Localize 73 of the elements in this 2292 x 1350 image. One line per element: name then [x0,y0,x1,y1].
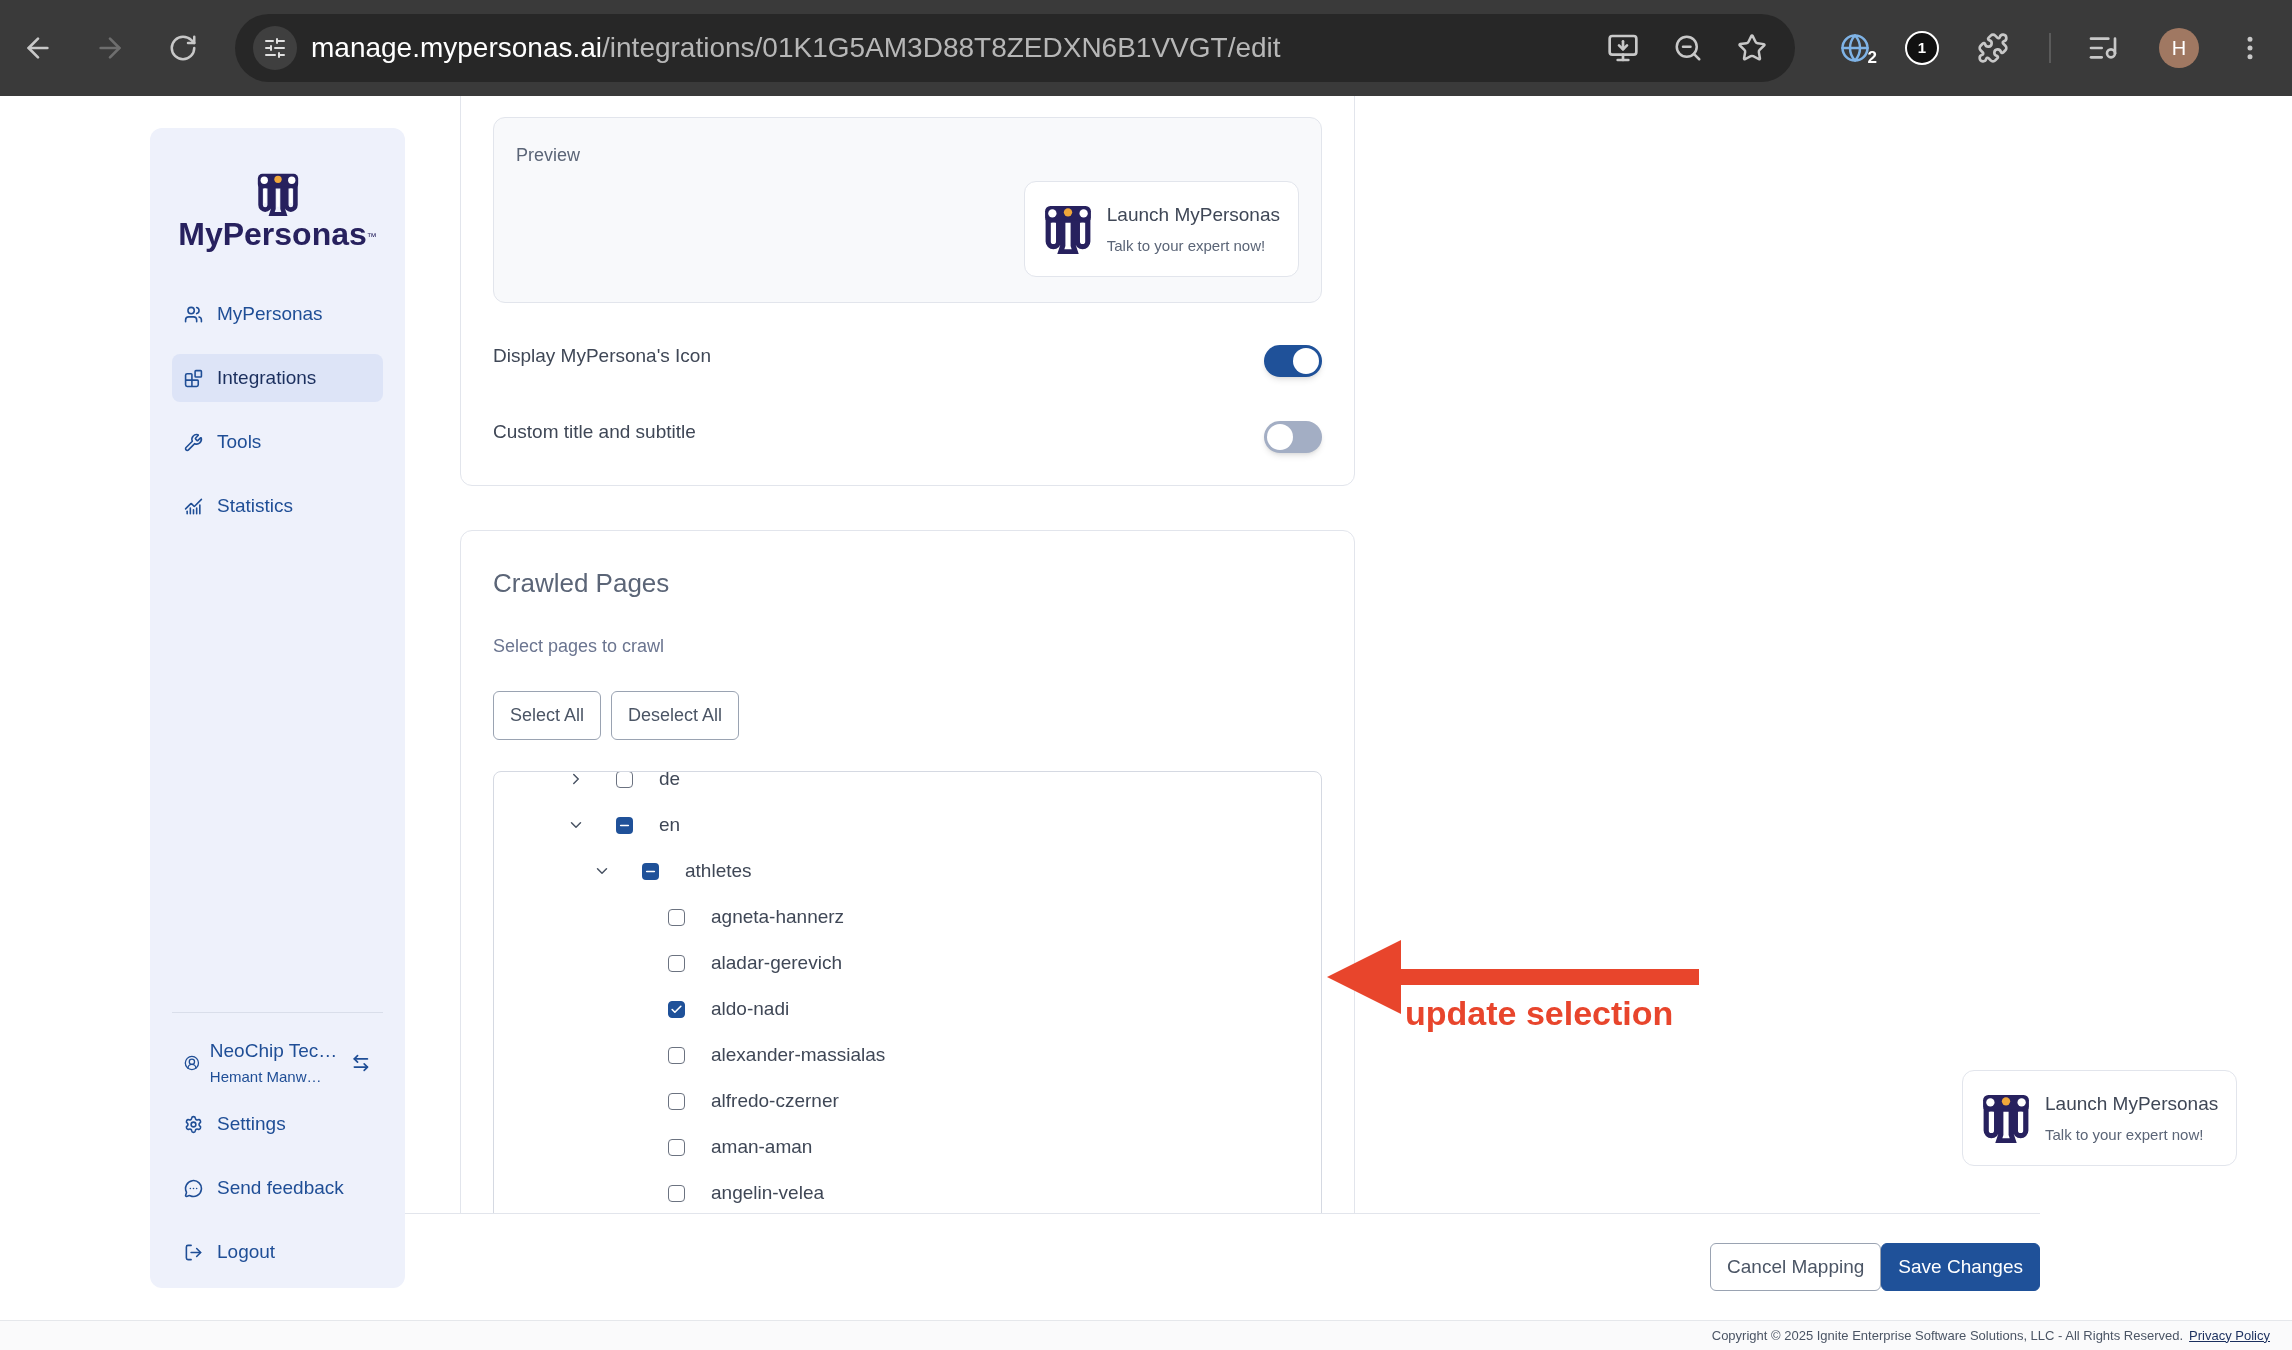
select-button[interactable]: Select All [493,691,602,740]
checkbox[interactable] [668,908,685,926]
logo-icon [1042,204,1093,254]
privacy-policy-link[interactable]: Privacy Policy [2189,1325,2270,1346]
launch-widget[interactable]: Launch MyPersonas Talk to your expert now! [1962,1070,2238,1166]
widget-title: Launch MyPersonas [1106,202,1280,227]
install-icon[interactable] [1607,32,1639,64]
widget-subtitle: Talk to your expert now! [1106,236,1267,256]
nav-item[interactable]: Integrations [172,354,383,402]
widget-subtitle: Talk to your expert now! [2045,1125,2205,1145]
card-title: Crawled Pages [493,567,671,599]
logout-icon [184,1242,203,1262]
preview-title: Preview [516,144,582,167]
extension-icon[interactable]: 1 [1905,31,1939,65]
nav-item[interactable]: Logout [172,1228,383,1276]
toggle-switch[interactable] [1264,421,1322,453]
checkbox[interactable] [668,1092,685,1110]
toggle-label: Custom title and subtitle [493,419,696,444]
logo-wordmark: MyPersonas$^{™}$ [178,218,377,250]
account-user: Hemant Manw… [209,1066,323,1087]
toggle-switch[interactable] [1264,345,1322,377]
checkbox[interactable] [616,772,633,788]
url-text: manage.mypersonas.ai/integrations/01K1G5AM3D88T8ZEDXN6B1VVGT/edit [311,31,1281,65]
checkbox[interactable] [668,954,685,972]
checkbox[interactable] [668,1184,685,1202]
logo-icon [255,172,300,216]
tree-item-label: alfredo-czerner [711,1088,839,1113]
blocks-icon [184,368,203,388]
toggle-label: Display MyPersona's Icon [493,343,711,368]
zoom-out-icon[interactable] [1673,33,1703,63]
save-button[interactable]: Save Changes [1881,1243,2040,1291]
annotation-text: update selection [1405,993,1674,1034]
extensions-icon[interactable] [1977,32,2009,64]
users-icon [184,304,203,324]
tree-item-label: angelin-velea [711,1180,825,1205]
account-icon [184,1054,200,1071]
chat-bubble-icon [184,1178,203,1198]
reload-icon[interactable] [168,33,198,63]
indeterminate-checkbox[interactable] [616,816,633,834]
tree-item-label: aman-aman [711,1134,813,1159]
switch-account-icon[interactable] [351,1052,371,1073]
nav-item[interactable]: Send feedback [172,1164,383,1212]
indeterminate-checkbox[interactable] [642,862,659,880]
nav-item[interactable]: Settings [172,1100,383,1148]
extension-count: 2 [1867,46,1877,69]
wrench-icon [184,432,203,452]
checkbox[interactable] [668,1138,685,1156]
copyright-text: Copyright © 2025 Ignite Enterprise Software Solutions, LLC - All Rights Reserved. [1711,1326,2184,1345]
checkbox[interactable] [668,1000,685,1018]
address-bar[interactable]: manage.mypersonas.ai/integrations/01K1G5AM3D88T8ZEDXN6B1VVGT/edit [235,14,1795,82]
cancel-button[interactable]: Cancel Mapping [1710,1243,1882,1291]
profile-avatar[interactable]: H [2159,28,2199,68]
nav-item[interactable]: MyPersonas [172,290,383,338]
launch-widget-preview[interactable]: Launch MyPersonas Talk to your expert now! [1023,181,1299,277]
card-subtitle: Select pages to crawl [493,635,666,657]
settings-icon [184,1114,203,1134]
nav-item[interactable]: Tools [172,418,383,466]
tree-item-label: aldo-nadi [711,996,790,1021]
checkbox[interactable] [668,1046,685,1064]
logo-icon [1981,1093,2031,1143]
star-icon[interactable] [1737,33,1767,63]
nav-item[interactable]: Statistics [172,482,383,530]
tree-item-label: athletes [685,858,752,883]
tree-item-label: aladar-gerevich [711,950,842,975]
check-icon [670,1002,683,1016]
widget-title: Launch MyPersonas [2045,1091,2219,1116]
tree-item-label: alexander-massialas [711,1042,886,1067]
select-button[interactable]: Deselect All [611,691,740,740]
tree-item-label: agneta-hannerz [711,904,845,929]
account-name: NeoChip Tec… [209,1039,338,1063]
chart-icon [184,496,203,516]
tree-item-label: en [659,812,681,837]
site-info-icon[interactable] [253,26,297,70]
